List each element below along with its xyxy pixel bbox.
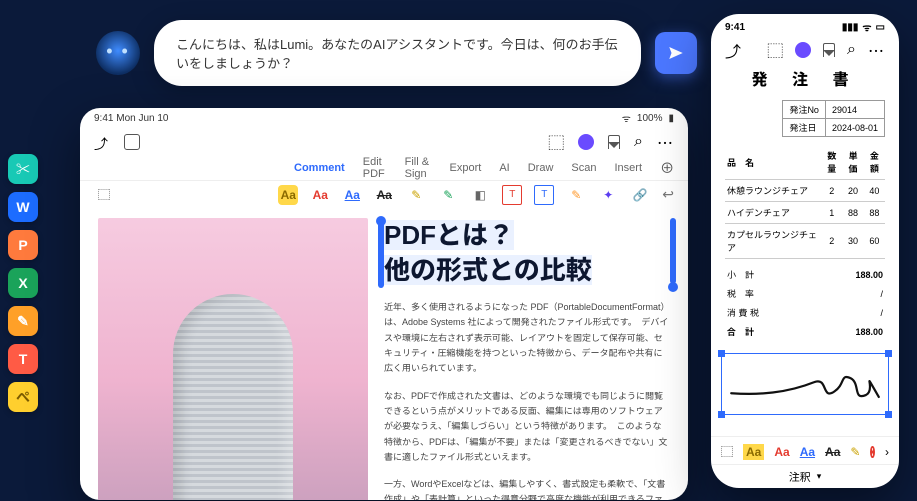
order-meta: 発注No29014 発注日2024-08-01 [725,100,885,137]
send-button[interactable] [655,32,697,74]
add-icon[interactable]: ⊕ [660,158,674,178]
select-tool[interactable]: ⬚ [94,185,114,205]
phone-text-red[interactable]: Aa [774,445,789,459]
eraser-tool[interactable]: ◧ [470,185,490,205]
drop-icon[interactable]: ⬚ [548,130,564,154]
doc-title-1: PDFとは？ [384,220,514,250]
assistant-message: こんにちは、私はLumi。あなたのAIアシスタントです。今日は、何のお手伝いをし… [154,20,641,86]
phone-share-icon[interactable]: ⤴ [725,38,741,62]
table-row: カプセルラウンジチェア23060 [725,224,885,259]
phone-search-icon[interactable]: ⌕ [847,41,856,59]
app-icon-ppt[interactable]: P [8,230,38,260]
phone-ai-icon[interactable] [795,42,811,58]
bookmark-icon[interactable] [608,135,620,149]
doc-para-2: なお、PDFで作成された文書は、どのような環境でも同じように閲覧できるという点が… [384,389,670,465]
undo-icon[interactable]: ↩ [662,186,674,203]
phone-more-icon[interactable]: ⋯ [868,38,885,62]
app-icon-text[interactable]: T [8,344,38,374]
link-tool[interactable]: 🔗 [630,185,650,205]
lumi-avatar: • • [96,31,140,75]
pen-green-tool[interactable]: ✎ [438,185,458,205]
app-icon-pe[interactable]: ぺ [8,382,38,412]
phone-select-tool[interactable]: ⬚ [721,443,733,460]
phone-doc-title: 発 注 書 [711,66,899,90]
grid-icon[interactable] [124,134,140,150]
doc-title-2: 他の形式との比較 [384,255,592,285]
app-icon-column: ✂ W P X ✎ T ぺ [8,154,38,412]
order-table: 品 名数量単価金額 休憩ラウンジチェア22040 ハイデンチェア18888 カプ… [725,145,885,259]
text-strike-tool[interactable]: Aa [374,185,394,205]
phone-footer-tab[interactable]: 注釈▾ [711,464,899,488]
phone-toolbar: ⬚ Aa Aa Aa Aa ✎ › [711,436,899,464]
doc-para-1: 近年、多く使用されるようになった PDF（PortableDocumentFor… [384,300,670,376]
search-icon[interactable]: ⌕ [634,133,643,151]
phone-drop-icon[interactable]: ⬚ [767,38,783,62]
tablet-toolbar: ⬚ Aa Aa Aa Aa ✎ ✎ ◧ T T ✎ ✦ 🔗 ↩ [80,180,688,208]
highlight-tool[interactable]: Aa [278,185,298,205]
document-image [98,218,368,500]
menu-fill-sign[interactable]: Fill & Sign [405,156,432,180]
phone-highlight-tool[interactable]: Aa [743,444,764,460]
table-row: 休憩ラウンジチェア22040 [725,180,885,202]
chevron-down-icon: ▾ [817,471,822,482]
text-red-tool[interactable]: Aa [310,185,330,205]
app-icon-note[interactable]: ✎ [8,306,38,336]
phone-text-strike[interactable]: Aa [825,445,840,459]
tablet-status-time: 9:41 Mon Jun 10 [94,113,169,124]
app-icon-word[interactable]: W [8,192,38,222]
more-icon[interactable]: ⋯ [657,130,674,154]
ai-badge-icon[interactable] [578,134,594,150]
menu-edit-pdf[interactable]: Edit PDF [363,156,387,180]
phone-wifi-icon: ᯤ [862,20,871,34]
text-underline-tool[interactable]: Aa [342,185,362,205]
send-icon [667,44,685,62]
table-row: ハイデンチェア18888 [725,202,885,224]
app-icon-snip[interactable]: ✂ [8,154,38,184]
phone-record[interactable] [870,446,875,458]
order-summary: 小 計188.00 税 率/ 消 費 税/ 合 計188.00 [725,265,885,341]
phone-window: 9:41 ▮▮▮ᯤ ▭ ⤴ ⬚ ⌕ ⋯ 発 注 書 発注No29014 発注日20… [711,14,899,488]
signature-icon [722,354,888,414]
battery-icon: ▮ [668,113,674,124]
menu-draw[interactable]: Draw [528,162,554,174]
menu-export[interactable]: Export [450,162,482,174]
wifi-icon: ᯤ [622,111,631,125]
tablet-window: 9:41 Mon Jun 10 ᯤ 100% ▮ ⤴ ⬚ ⌕ ⋯ Comment… [80,108,688,500]
doc-para-3: 一方、WordやExcelなどは、編集しやすく、書式設定も柔軟で、「文書作成」や… [384,477,670,500]
menu-ai[interactable]: AI [499,162,509,174]
phone-time: 9:41 [725,22,745,33]
signal-icon: ▮▮▮ [842,22,859,33]
pen-yellow-tool[interactable]: ✎ [406,185,426,205]
stamp-tool[interactable]: ✦ [598,185,618,205]
phone-battery-icon: ▭ [876,22,885,33]
phone-toolbar-more[interactable]: › [885,445,889,459]
phone-text-blue[interactable]: Aa [800,445,815,459]
phone-pen[interactable]: ✎ [850,445,860,459]
phone-bookmark-icon[interactable] [823,43,835,57]
tablet-menu-bar: Comment Edit PDF Fill & Sign Export AI D… [80,156,688,180]
app-icon-excel[interactable]: X [8,268,38,298]
menu-insert[interactable]: Insert [614,162,642,174]
battery-pct: 100% [637,113,663,124]
menu-comment[interactable]: Comment [294,162,345,174]
signature-field[interactable] [721,353,889,415]
document-text: PDFとは？ 他の形式との比較 近年、多く使用されるようになった PDF（Port… [384,218,670,500]
share-icon[interactable]: ⤴ [94,134,110,150]
textbox2-tool[interactable]: T [534,185,554,205]
menu-scan[interactable]: Scan [571,162,596,174]
comment-tool[interactable]: ✎ [566,185,586,205]
textbox-tool[interactable]: T [502,185,522,205]
